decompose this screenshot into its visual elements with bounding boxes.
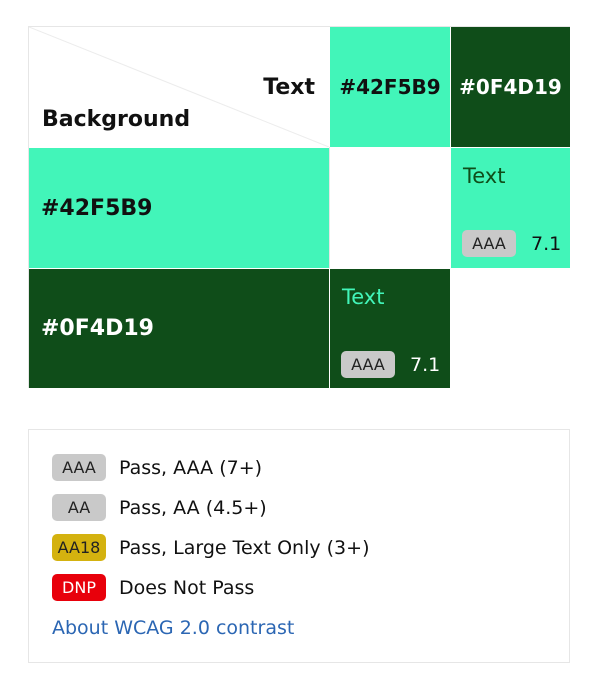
contrast-matrix: Text Background #42F5B9 #0F4D19 #42F5B9 …	[28, 26, 570, 388]
sample-text: Text	[342, 285, 385, 309]
aaa-badge: AAA	[462, 230, 516, 257]
empty-cell-same-color	[450, 268, 570, 388]
legend-description: Does Not Pass	[119, 576, 255, 599]
column-header-light: #42F5B9	[329, 27, 450, 147]
row-header-light: #42F5B9	[29, 147, 329, 268]
background-axis-label: Background	[42, 107, 191, 132]
text-axis-label: Text	[263, 75, 315, 100]
legend-description: Pass, AAA (7+)	[119, 456, 263, 479]
wcag-contrast-link[interactable]: About WCAG 2.0 contrast	[52, 617, 294, 639]
matrix-corner-header: Text Background	[29, 27, 329, 147]
legend-item-aa18: AA18 Pass, Large Text Only (3+)	[52, 534, 369, 561]
legend-panel: AAA Pass, AAA (7+) AA Pass, AA (4.5+) AA…	[28, 429, 570, 663]
contrast-sample-light-on-dark: Text AAA 7.1	[329, 268, 450, 388]
contrast-ratio: 7.1	[531, 232, 562, 255]
aaa-badge: AAA	[341, 351, 395, 378]
legend-item-aa: AA Pass, AA (4.5+)	[52, 494, 267, 521]
legend-description: Pass, Large Text Only (3+)	[119, 536, 370, 559]
contrast-ratio: 7.1	[410, 353, 441, 376]
sample-text: Text	[463, 164, 506, 188]
contrast-sample-dark-on-light: Text AAA 7.1	[450, 147, 570, 268]
dnp-badge: DNP	[52, 574, 106, 601]
aa18-badge: AA18	[52, 534, 106, 561]
legend-item-aaa: AAA Pass, AAA (7+)	[52, 454, 262, 481]
sample-result: AAA 7.1	[462, 230, 561, 257]
aa-badge: AA	[52, 494, 106, 521]
empty-cell-same-color	[329, 147, 450, 268]
legend-description: Pass, AA (4.5+)	[119, 496, 267, 519]
sample-result: AAA 7.1	[341, 351, 440, 378]
column-header-dark: #0F4D19	[450, 27, 570, 147]
legend-item-dnp: DNP Does Not Pass	[52, 574, 254, 601]
row-header-dark: #0F4D19	[29, 268, 329, 388]
aaa-badge: AAA	[52, 454, 106, 481]
